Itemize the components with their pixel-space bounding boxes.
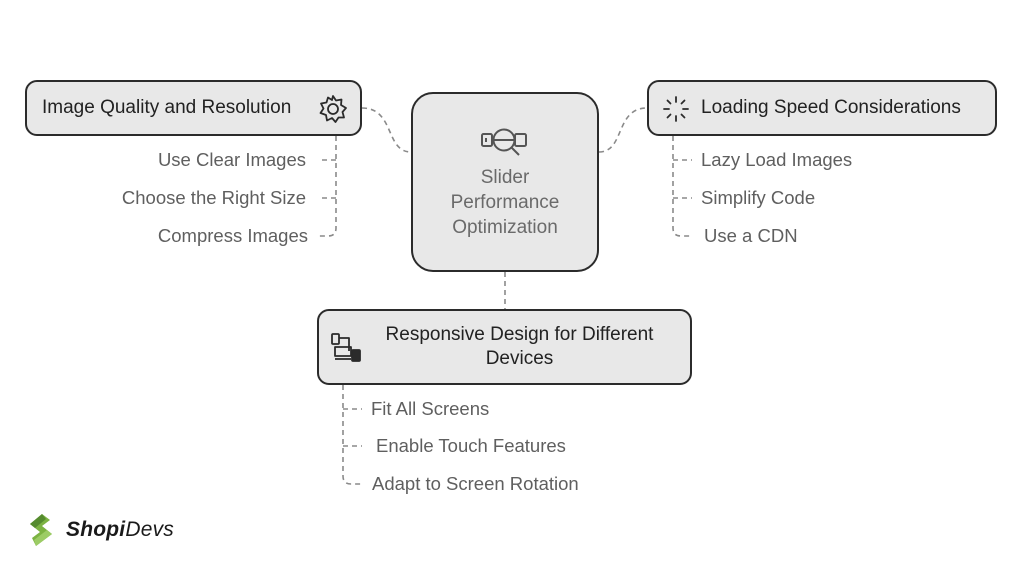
branch-responsive-title-line-2: Devices	[485, 348, 554, 369]
branch-responsive-design-title: Responsive Design for Different Devices	[319, 323, 690, 371]
connector-loading-speed	[598, 107, 648, 153]
connector-right-trunk	[672, 136, 690, 237]
list-item: Adapt to Screen Rotation	[372, 473, 579, 494]
central-title-line-1: Slider	[480, 166, 530, 188]
list-item: Use a CDN	[704, 225, 798, 246]
branch-responsive-design[interactable]: Responsive Design for Different Devices	[317, 309, 692, 385]
central-node-title: Slider Performance Optimization	[451, 165, 560, 240]
logo-brand-light: Devs	[125, 518, 174, 541]
connector-bottom-trunk	[342, 385, 362, 485]
branch-loading-speed[interactable]: Loading Speed Considerations	[647, 80, 997, 136]
slider-search-icon	[481, 128, 527, 156]
shopidevs-logo-icon	[30, 514, 52, 546]
gear-icon	[319, 95, 347, 123]
central-title-line-2: Performance	[450, 191, 560, 213]
list-item: Compress Images	[157, 225, 308, 246]
logo-brand-bold: Shopi	[66, 518, 126, 541]
list-item: Use Clear Images	[157, 149, 306, 170]
branch-responsive-title-line-1: Responsive Design for Different	[385, 324, 654, 345]
central-title-line-3: Optimization	[452, 216, 558, 238]
connector-image-quality	[361, 107, 412, 153]
central-node[interactable]: Slider Performance Optimization	[411, 92, 599, 272]
branch-loading-speed-title: Loading Speed Considerations	[701, 97, 961, 118]
branch-image-quality[interactable]: Image Quality and Resolution	[25, 80, 362, 136]
list-item: Enable Touch Features	[376, 435, 566, 456]
devices-icon	[331, 333, 361, 362]
branch-image-quality-title: Image Quality and Resolution	[42, 97, 292, 118]
list-item: Fit All Screens	[371, 398, 490, 419]
connector-left-trunk	[318, 136, 337, 237]
loading-spinner-icon	[663, 96, 689, 122]
shopidevs-logo[interactable]: ShopiDevs	[26, 512, 174, 548]
list-item: Simplify Code	[701, 187, 816, 208]
list-item: Choose the Right Size	[121, 187, 306, 208]
logo-brand-text: ShopiDevs	[66, 518, 174, 542]
list-item: Lazy Load Images	[701, 149, 853, 170]
